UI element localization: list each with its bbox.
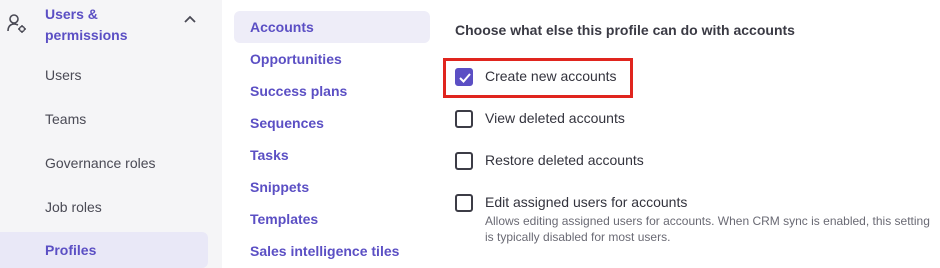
chevron-up-icon[interactable]: [183, 14, 197, 24]
object-item-accounts[interactable]: Accounts: [234, 11, 430, 43]
object-item-sequences[interactable]: Sequences: [234, 107, 430, 139]
checkbox[interactable]: [455, 194, 473, 212]
object-list: Accounts Opportunities Success plans Seq…: [222, 0, 440, 268]
permission-label: Restore deleted accounts: [485, 152, 644, 168]
permission-label: View deleted accounts: [485, 110, 625, 126]
object-item-tasks[interactable]: Tasks: [234, 139, 430, 171]
permissions-heading: Choose what else this profile can do wit…: [455, 22, 795, 38]
sidebar-item-teams[interactable]: Teams: [0, 101, 208, 137]
users-permissions-section[interactable]: Users & permissions: [0, 0, 222, 52]
checkbox[interactable]: [455, 110, 473, 128]
checkbox[interactable]: [455, 152, 473, 170]
sidebar-item-users[interactable]: Users: [0, 57, 208, 93]
sidebar-item-job-roles[interactable]: Job roles: [0, 189, 208, 225]
object-item-snippets[interactable]: Snippets: [234, 171, 430, 203]
object-item-templates[interactable]: Templates: [234, 203, 430, 235]
object-item-opportunities[interactable]: Opportunities: [234, 43, 430, 75]
section-title: Users & permissions: [45, 6, 128, 43]
sidebar-item-profiles[interactable]: Profiles: [0, 232, 208, 268]
users-gear-icon: [7, 14, 26, 33]
permission-description: Allows editing assigned users for accoun…: [485, 214, 930, 244]
settings-sidebar: Users & permissions Users Teams Governan…: [0, 0, 222, 268]
permission-label: Edit assigned users for accounts: [485, 194, 688, 210]
permissions-panel: Choose what else this profile can do wit…: [440, 0, 940, 268]
object-item-sales-intelligence-tiles[interactable]: Sales intelligence tiles: [234, 235, 430, 267]
sidebar-item-governance-roles[interactable]: Governance roles: [0, 145, 208, 181]
highlight-box: [443, 58, 633, 98]
object-item-success-plans[interactable]: Success plans: [234, 75, 430, 107]
